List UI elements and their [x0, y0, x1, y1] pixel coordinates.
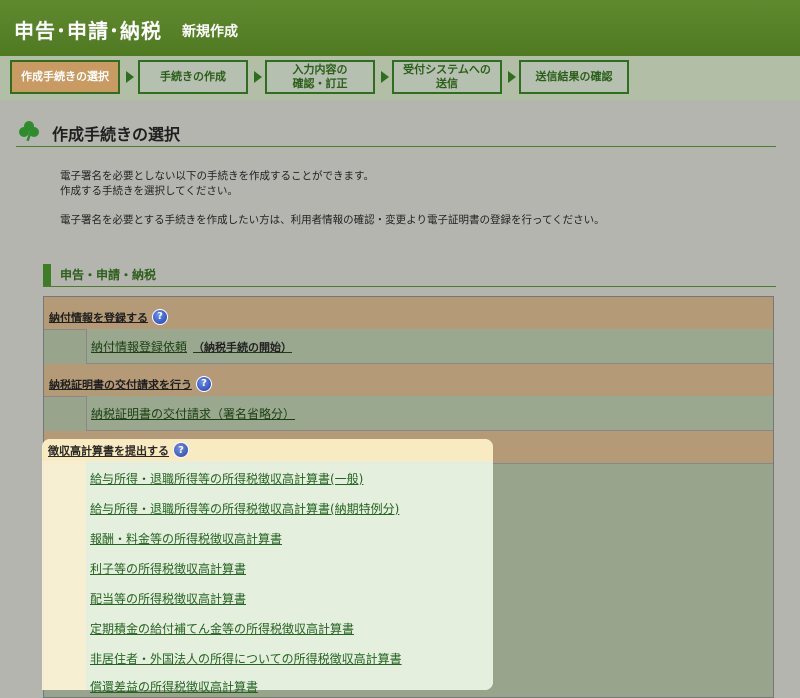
app-title: 申告･申請･納税 — [14, 19, 162, 43]
procedure-link[interactable]: 定期積金の給付補てん金等の所得税徴収高計算書 — [90, 620, 354, 637]
step-arrow-icon — [254, 71, 262, 83]
procedure-link[interactable]: 納付情報登録依頼 （納税手続の開始） — [91, 338, 292, 355]
procedure-link[interactable]: 非居住者・外国法人の所得についての所得税徴収高計算書 — [90, 650, 402, 667]
step-confirm: 入力内容の 確認・訂正 — [265, 60, 375, 94]
list-item: 納付情報登録依頼 （納税手続の開始） — [86, 329, 773, 364]
step-select: 作成手続きの選択 — [10, 60, 120, 94]
category-row: 納税証明書の交付請求を行う? — [44, 364, 773, 397]
category-label[interactable]: 納付情報を登録する? — [49, 308, 168, 326]
procedure-note: （納税手続の開始） — [193, 341, 293, 354]
divider — [43, 286, 776, 287]
highlight-panel: 徴収高計算書を提出する? 給与所得・退職所得等の所得税徴収高計算書(一般) 給与… — [42, 439, 493, 694]
step-arrow-icon — [508, 71, 516, 83]
procedure-link[interactable]: 償還差益の所得税徴収高計算書 — [90, 678, 258, 695]
clover-icon — [19, 121, 39, 142]
divider — [16, 146, 776, 147]
procedure-link[interactable]: 給与所得・退職所得等の所得税徴収高計算書(一般) — [90, 470, 363, 487]
procedure-link[interactable]: 報酬・料金等の所得税徴収高計算書 — [90, 530, 282, 547]
step-create: 手続きの作成 — [138, 60, 248, 94]
section-title: 申告・申請・納税 — [60, 268, 157, 282]
category-row: 納付情報を登録する? — [44, 297, 773, 330]
list-item: 納税証明書の交付請求（署名省略分） — [86, 396, 773, 431]
category-label[interactable]: 納税証明書の交付請求を行う? — [49, 375, 212, 393]
steps-bar: 作成手続きの選択 手続きの作成 入力内容の 確認・訂正 受付システムへの 送信 … — [0, 56, 800, 100]
description-line: 電子署名を必要としない以下の手続きを作成することができます。 — [60, 170, 374, 182]
help-icon[interactable]: ? — [173, 442, 189, 458]
step-arrow-icon — [381, 71, 389, 83]
step-result: 送信結果の確認 — [519, 60, 629, 94]
step-send: 受付システムへの 送信 — [392, 60, 502, 94]
section-marker — [43, 264, 51, 286]
procedure-link[interactable]: 配当等の所得税徴収高計算書 — [90, 590, 246, 607]
app-subtitle: 新規作成 — [182, 24, 238, 40]
help-icon[interactable]: ? — [196, 375, 212, 392]
help-icon[interactable]: ? — [152, 308, 168, 325]
page-title: 作成手続きの選択 — [52, 125, 181, 144]
description-line: 作成する手続きを選択してください。 — [60, 185, 238, 197]
procedure-link[interactable]: 利子等の所得税徴収高計算書 — [90, 560, 246, 577]
procedure-link[interactable]: 納税証明書の交付請求（署名省略分） — [91, 405, 295, 422]
procedure-link[interactable]: 給与所得・退職所得等の所得税徴収高計算書(納期特例分) — [90, 500, 399, 517]
app-header: 申告･申請･納税 新規作成 — [0, 0, 800, 56]
category-label[interactable]: 徴収高計算書を提出する? — [48, 442, 189, 459]
description-line: 電子署名を必要とする手続きを作成したい方は、利用者情報の確認・変更より電子証明書… — [60, 214, 605, 226]
step-arrow-icon — [126, 71, 134, 83]
